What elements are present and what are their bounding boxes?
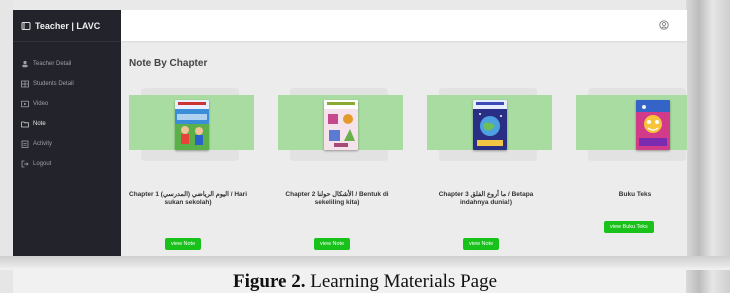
sidebar-item-logout[interactable]: Logout — [13, 154, 121, 174]
view-note-button[interactable]: view Note — [463, 238, 500, 250]
person-icon — [22, 60, 28, 68]
sidebar-item-activity[interactable]: Activity — [13, 134, 121, 154]
sidebar-item-label: Logout — [33, 161, 52, 167]
view-note-button[interactable]: view Note — [314, 238, 351, 250]
sidebar-nav: Teacher Detail Students Detail Video Not… — [13, 54, 121, 174]
page-title: Note By Chapter — [129, 58, 208, 69]
book-cover-image[interactable] — [636, 100, 670, 150]
sidebar-item-teacher-detail[interactable]: Teacher Detail — [13, 54, 121, 74]
sidebar-item-label: Video — [33, 101, 49, 107]
sidebar-item-students-detail[interactable]: Students Detail — [13, 74, 121, 94]
card-image-band — [278, 95, 403, 150]
backdrop-left — [0, 0, 13, 293]
card-title: Chapter 2 الأشكال حولنا / Bentuk di seke… — [285, 191, 389, 206]
sidebar-item-label: Note — [33, 121, 46, 127]
sidebar-item-label: Teacher Detail — [33, 61, 72, 67]
book-cover-image[interactable] — [324, 100, 358, 150]
figure-text: Learning Materials Page — [310, 271, 497, 292]
main-content: Note By Chapter Chapter 1 اليوم الرياضي … — [121, 41, 687, 256]
book-cover-image[interactable] — [473, 100, 507, 150]
backdrop-top — [0, 0, 730, 10]
view-note-button[interactable]: view Note — [165, 238, 202, 250]
card-title: Chapter 3 ما أروع الفلق / Betapa indahny… — [438, 191, 534, 206]
chapter-card-2: Chapter 2 الأشكال حولنا / Bentuk di seke… — [278, 88, 403, 256]
sidebar: Teacher | LAVC Teacher Detail Students D… — [13, 10, 121, 256]
backdrop-bottom — [0, 256, 730, 270]
card-image-band — [576, 95, 687, 150]
brand-title: Teacher | LAVC — [35, 20, 101, 31]
chapter-card-3: Chapter 3 ما أروع الفلق / Betapa indahny… — [427, 88, 552, 256]
card-title: Buku Teks — [618, 191, 652, 198]
figure-label: Figure 2. — [233, 271, 306, 292]
figure-caption: Figure 2. Learning Materials Page — [0, 270, 730, 293]
textbook-card: Buku Teks view Buku Teks — [576, 88, 687, 256]
view-textbook-button[interactable]: view Buku Teks — [604, 221, 654, 233]
top-bar — [121, 10, 687, 41]
card-title: Chapter 1 اليوم الرياضي (المدرسي) / Hari… — [129, 191, 247, 206]
note-icon — [21, 121, 29, 128]
book-icon — [21, 21, 31, 30]
book-cover-image[interactable] — [175, 100, 209, 150]
card-image-band — [129, 95, 254, 150]
app-window: Teacher | LAVC Teacher Detail Students D… — [13, 10, 687, 256]
sidebar-item-label: Activity — [33, 141, 53, 147]
card-image-band — [427, 95, 552, 150]
clipboard-icon — [21, 140, 29, 148]
group-icon — [21, 80, 29, 88]
sidebar-item-video[interactable]: Video — [13, 94, 121, 114]
screenshot-stage: Teacher | LAVC Teacher Detail Students D… — [0, 0, 730, 293]
sidebar-item-note[interactable]: Note — [13, 114, 121, 134]
backdrop-right — [686, 0, 730, 293]
brand[interactable]: Teacher | LAVC — [13, 10, 121, 42]
video-icon — [21, 100, 29, 108]
logout-icon — [21, 160, 29, 168]
user-circle-icon[interactable] — [659, 20, 669, 30]
sidebar-item-label: Students Detail — [33, 81, 74, 87]
chapter-card-1: Chapter 1 اليوم الرياضي (المدرسي) / Hari… — [129, 88, 254, 256]
